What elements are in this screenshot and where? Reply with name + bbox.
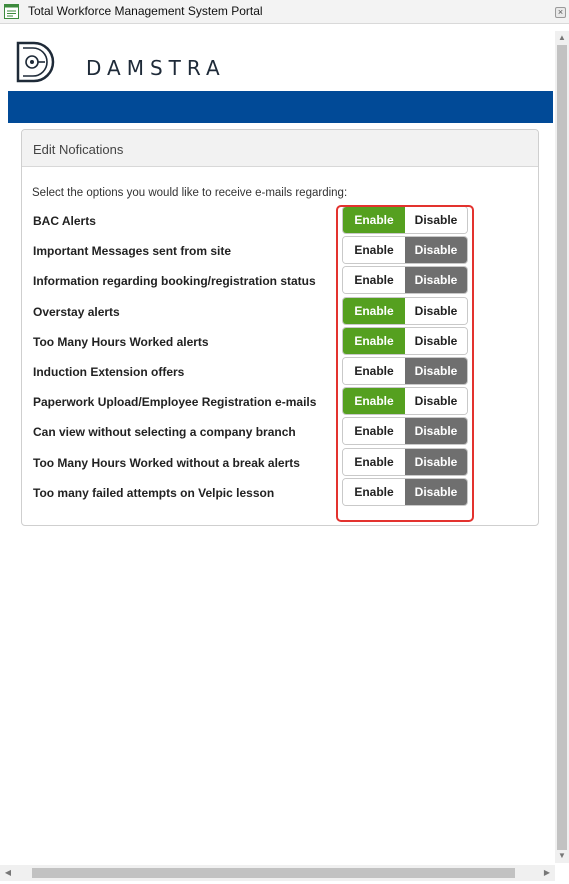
vertical-scroll-thumb[interactable] <box>557 45 567 850</box>
notification-label: Too many failed attempts on Velpic lesso… <box>33 485 275 500</box>
enable-disable-toggle[interactable]: Enable Disable <box>342 417 468 446</box>
notification-label: Information regarding booking/registrati… <box>33 274 316 289</box>
enable-button[interactable]: Enable <box>343 388 405 415</box>
notification-row: Too Many Hours Worked without a break al… <box>22 447 538 478</box>
notification-row: Paperwork Upload/Employee Registration e… <box>22 387 538 417</box>
window-title: Total Workforce Management System Portal <box>28 4 263 18</box>
damstra-logo <box>16 41 55 83</box>
notification-label: Can view without selecting a company bra… <box>33 425 296 440</box>
window-title-bar: Total Workforce Management System Portal… <box>0 0 569 24</box>
disable-button[interactable]: Disable <box>405 448 467 475</box>
header-band <box>8 91 553 123</box>
enable-button[interactable]: Enable <box>343 358 405 384</box>
horizontal-scroll-thumb[interactable] <box>32 868 515 878</box>
enable-disable-toggle[interactable]: Enable Disable <box>342 477 468 506</box>
notification-row: Can view without selecting a company bra… <box>22 417 538 447</box>
notification-row: Induction Extension offers Enable Disable <box>22 357 538 387</box>
enable-button[interactable]: Enable <box>343 478 405 505</box>
enable-disable-toggle[interactable]: Enable Disable <box>342 326 468 355</box>
panel-intro-text: Select the options you would like to rec… <box>32 187 348 199</box>
notification-row: Too many failed attempts on Velpic lesso… <box>22 477 538 508</box>
panel-title: Edit Nofications <box>33 142 124 157</box>
disable-button[interactable]: Disable <box>405 327 467 354</box>
scroll-right-arrow-icon[interactable]: ▶ <box>539 865 555 881</box>
edit-notifications-panel: Edit Nofications Select the options you … <box>21 129 539 526</box>
disable-button[interactable]: Disable <box>405 418 467 445</box>
notification-row: Important Messages sent from site Enable D… <box>22 236 538 266</box>
enable-button[interactable]: Enable <box>343 297 405 324</box>
scroll-left-arrow-icon[interactable]: ◀ <box>0 865 16 881</box>
notification-label: Overstay alerts <box>33 304 120 319</box>
scroll-down-arrow-icon[interactable]: ▼ <box>555 849 569 863</box>
enable-button[interactable]: Enable <box>343 267 405 294</box>
notification-row: Information regarding booking/registrati… <box>22 266 538 296</box>
enable-button[interactable]: Enable <box>343 418 405 445</box>
disable-button[interactable]: Disable <box>405 388 467 415</box>
disable-button[interactable]: Disable <box>405 358 467 384</box>
header-logo-area: DAMSTRA <box>8 31 553 91</box>
document-window-icon <box>4 4 19 19</box>
brand-name: DAMSTRA <box>86 56 226 80</box>
enable-disable-toggle[interactable]: Enable Disable <box>342 296 468 325</box>
page-viewport: DAMSTRA Edit Nofications Select the opti… <box>8 31 553 863</box>
disable-button[interactable]: Disable <box>405 478 467 505</box>
panel-header: Edit Nofications <box>22 130 538 167</box>
disable-button[interactable]: Disable <box>405 297 467 324</box>
enable-disable-toggle[interactable]: Enable Disable <box>342 236 468 265</box>
notification-label: BAC Alerts <box>33 214 96 228</box>
notification-row: BAC Alerts Enable Disable <box>22 206 538 236</box>
enable-disable-toggle[interactable]: Enable Disable <box>342 447 468 476</box>
notification-label: Induction Extension offers <box>33 365 185 379</box>
notification-label: Too Many Hours Worked alerts <box>33 334 209 349</box>
enable-disable-toggle[interactable]: Enable Disable <box>342 206 468 234</box>
notification-label: Important Messages sent from site <box>33 244 232 259</box>
scroll-up-arrow-icon[interactable]: ▲ <box>555 31 569 45</box>
notification-row: Overstay alerts Enable Disable <box>22 296 538 327</box>
enable-button[interactable]: Enable <box>343 237 405 264</box>
vertical-scrollbar[interactable]: ▲ ▼ <box>555 31 569 863</box>
disable-button[interactable]: Disable <box>405 237 467 264</box>
horizontal-scrollbar[interactable]: ◀ ▶ <box>0 865 555 881</box>
enable-disable-toggle[interactable]: Enable Disable <box>342 387 468 416</box>
enable-button[interactable]: Enable <box>343 207 405 233</box>
notification-row: Too Many Hours Worked alerts Enable Disabl… <box>22 326 538 357</box>
notification-label: Too Many Hours Worked without a break al… <box>33 455 300 470</box>
disable-button[interactable]: Disable <box>405 207 467 233</box>
enable-button[interactable]: Enable <box>343 448 405 475</box>
enable-button[interactable]: Enable <box>343 327 405 354</box>
enable-disable-toggle[interactable]: Enable Disable <box>342 266 468 295</box>
disable-button[interactable]: Disable <box>405 267 467 294</box>
enable-disable-toggle[interactable]: Enable Disable <box>342 357 468 385</box>
notification-label: Paperwork Upload/Employee Registration e… <box>33 395 317 410</box>
close-icon[interactable]: × <box>555 7 566 18</box>
